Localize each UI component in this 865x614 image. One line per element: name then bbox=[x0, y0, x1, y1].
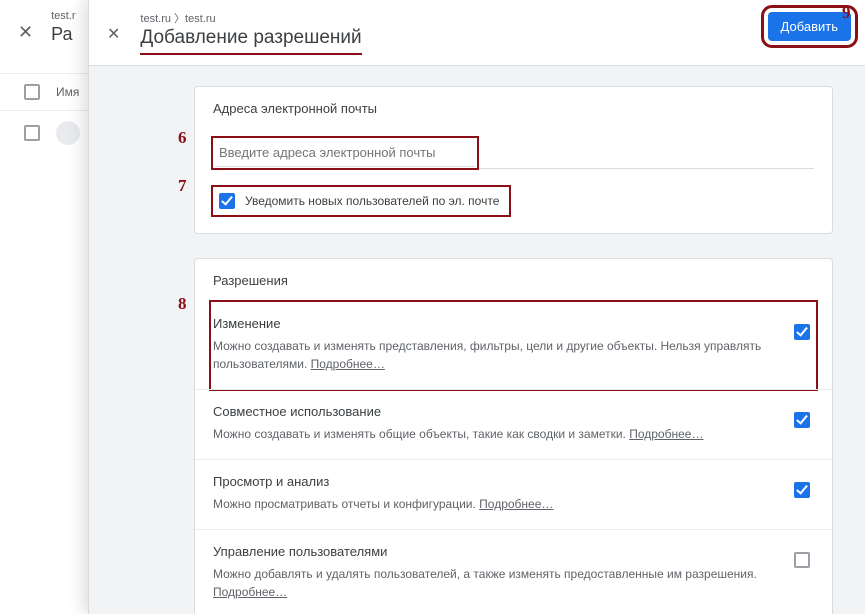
page-title: Ра bbox=[51, 24, 75, 45]
column-label: Имя bbox=[56, 85, 79, 99]
checkbox-icon[interactable] bbox=[794, 412, 810, 428]
email-section-title: Адреса электронной почты bbox=[195, 87, 832, 130]
modal-title: Добавление разрешений bbox=[140, 27, 361, 49]
learn-more-link[interactable]: Подробнее… bbox=[479, 497, 553, 511]
permissions-section-title: Разрешения bbox=[195, 259, 832, 302]
breadcrumb: test.ru 〉test.ru bbox=[140, 10, 361, 26]
permission-row[interactable]: Совместное использование Можно создавать … bbox=[195, 389, 832, 459]
permission-checkbox-col bbox=[794, 544, 814, 568]
notify-checkbox-row[interactable]: Уведомить новых пользователей по эл. поч… bbox=[213, 187, 509, 215]
checkbox-icon[interactable] bbox=[794, 324, 810, 340]
close-icon[interactable]: ✕ bbox=[18, 22, 33, 43]
permission-row[interactable]: Изменение Можно создавать и изменять пред… bbox=[211, 302, 816, 389]
checkbox-icon[interactable] bbox=[24, 84, 40, 100]
email-input[interactable] bbox=[215, 139, 475, 167]
permissions-card: Разрешения Изменение Можно создавать и из… bbox=[194, 258, 833, 614]
permissions-list: Изменение Можно создавать и изменять пред… bbox=[195, 302, 832, 614]
notify-label: Уведомить новых пользователей по эл. поч… bbox=[245, 194, 499, 208]
permission-checkbox-col bbox=[794, 316, 814, 340]
permission-title: Просмотр и анализ bbox=[213, 474, 778, 489]
permission-description: Можно добавлять и удалять пользователей,… bbox=[213, 565, 778, 601]
checkbox-icon[interactable] bbox=[219, 193, 235, 209]
permission-title: Управление пользователями bbox=[213, 544, 778, 559]
add-button[interactable]: Добавить bbox=[768, 12, 851, 41]
modal-header: ✕ test.ru 〉test.ru Добавление разрешений… bbox=[89, 0, 865, 66]
checkbox-icon[interactable] bbox=[794, 552, 810, 568]
learn-more-link[interactable]: Подробнее… bbox=[213, 585, 287, 599]
permission-text: Просмотр и анализ Можно просматривать отч… bbox=[213, 474, 778, 513]
annotation-7: 7 bbox=[178, 176, 187, 196]
modal-body: Адреса электронной почты Уведомить новых… bbox=[89, 66, 865, 614]
close-icon[interactable]: ✕ bbox=[107, 24, 120, 44]
add-permissions-modal: ✕ test.ru 〉test.ru Добавление разрешений… bbox=[88, 0, 865, 614]
annotation-6: 6 bbox=[178, 128, 187, 148]
email-input-wrap bbox=[213, 138, 814, 168]
annotation-9: 9 bbox=[842, 3, 851, 23]
permission-checkbox-col bbox=[794, 474, 814, 498]
permission-description: Можно создавать и изменять общие объекты… bbox=[213, 425, 778, 443]
permission-title: Совместное использование bbox=[213, 404, 778, 419]
checkbox-icon[interactable] bbox=[794, 482, 810, 498]
permission-title: Изменение bbox=[213, 316, 778, 331]
modal-title-block: test.ru 〉test.ru Добавление разрешений bbox=[140, 10, 361, 55]
email-card: Адреса электронной почты Уведомить новых… bbox=[194, 86, 833, 234]
avatar bbox=[56, 121, 80, 145]
divider bbox=[213, 168, 814, 169]
permission-checkbox-col bbox=[794, 404, 814, 428]
permission-text: Совместное использование Можно создавать … bbox=[213, 404, 778, 443]
permission-row[interactable]: Просмотр и анализ Можно просматривать отч… bbox=[195, 459, 832, 529]
permission-text: Изменение Можно создавать и изменять пред… bbox=[213, 316, 778, 373]
annotation-8: 8 bbox=[178, 294, 187, 314]
learn-more-link[interactable]: Подробнее… bbox=[629, 427, 703, 441]
permission-row[interactable]: Управление пользователями Можно добавлять… bbox=[195, 529, 832, 614]
learn-more-link[interactable]: Подробнее… bbox=[311, 357, 385, 371]
permission-text: Управление пользователями Можно добавлять… bbox=[213, 544, 778, 601]
permission-description: Можно создавать и изменять представления… bbox=[213, 337, 778, 373]
breadcrumb: test.r bbox=[51, 10, 75, 22]
checkbox-icon[interactable] bbox=[24, 125, 40, 141]
background-title-block: test.r Ра bbox=[51, 10, 75, 45]
permission-description: Можно просматривать отчеты и конфигураци… bbox=[213, 495, 778, 513]
